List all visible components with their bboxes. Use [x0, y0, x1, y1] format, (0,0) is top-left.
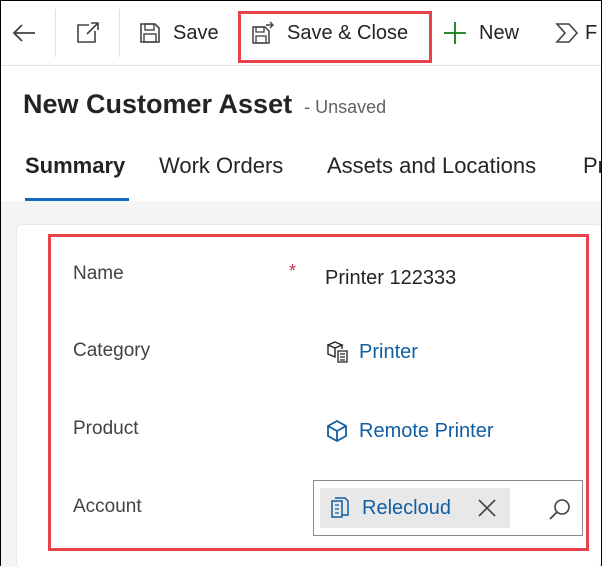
- tab-list: Summary Work Orders Assets and Locations…: [1, 141, 602, 201]
- page-title: New Customer Asset: [23, 89, 293, 119]
- tab-overflow[interactable]: Pr: [583, 153, 602, 179]
- new-button[interactable]: New: [443, 1, 519, 65]
- save-icon: [140, 23, 160, 43]
- flow-button[interactable]: F: [555, 1, 597, 65]
- back-arrow-icon: [12, 24, 35, 42]
- save-label: Save: [173, 21, 219, 44]
- record-header: New Customer Asset - Unsaved: [23, 89, 386, 120]
- tab-summary[interactable]: Summary: [25, 153, 125, 179]
- save-close-highlight: [238, 11, 432, 63]
- save-button[interactable]: Save: [139, 1, 219, 65]
- unsaved-status: - Unsaved: [304, 97, 387, 117]
- plus-icon: [444, 22, 466, 44]
- back-button[interactable]: [11, 1, 37, 65]
- pop-out-icon: [77, 22, 99, 43]
- tab-work-orders[interactable]: Work Orders: [159, 153, 283, 179]
- flow-icon: [555, 23, 579, 43]
- form-highlight: [48, 234, 589, 551]
- new-label: New: [479, 21, 520, 44]
- flow-label: F: [585, 21, 598, 44]
- open-new-window-button[interactable]: [75, 1, 101, 65]
- tab-assets-and-locations[interactable]: Assets and Locations: [327, 153, 536, 179]
